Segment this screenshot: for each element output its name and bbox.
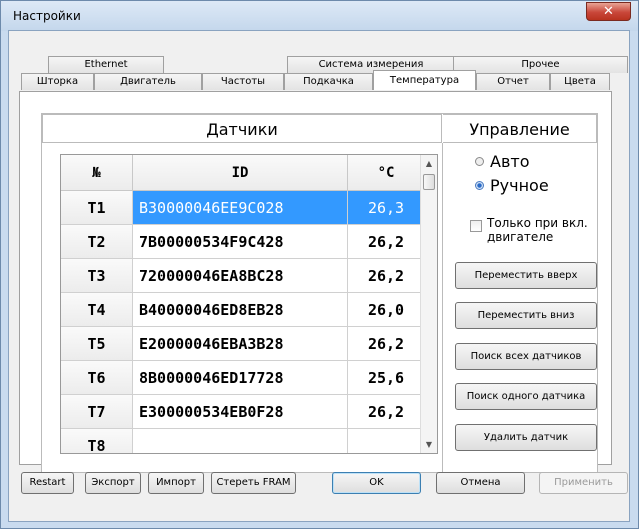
tab-other[interactable]: Прочее (453, 56, 628, 73)
radio-manual[interactable]: Ручное (475, 176, 549, 195)
row-number: T4 (61, 293, 133, 327)
scroll-up-icon[interactable]: ▲ (421, 155, 437, 172)
radio-manual-indicator[interactable] (475, 181, 484, 190)
group-divider (442, 143, 443, 473)
tab-pumping[interactable]: Подкачка (284, 73, 373, 90)
delete-sensor-button[interactable]: Удалить датчик (455, 424, 597, 451)
col-id[interactable]: ID (133, 155, 348, 191)
tab-ethernet[interactable]: Ethernet (48, 56, 164, 73)
table-body: T1 B30000046EE9C028 26,3 T2 7B00000534F9… (61, 191, 425, 453)
row-number: T8 (61, 429, 133, 453)
cancel-button[interactable]: Отмена (436, 472, 525, 494)
radio-manual-label: Ручное (490, 176, 549, 195)
sensor-id[interactable]: 8B0000046ED17728 (133, 361, 348, 395)
col-number[interactable]: № (61, 155, 133, 191)
move-up-button[interactable]: Переместить вверх (455, 262, 597, 289)
scroll-down-icon[interactable]: ▼ (421, 436, 437, 453)
search-one-sensor-button[interactable]: Поиск одного датчика (455, 383, 597, 410)
sensor-temp[interactable]: 26,0 (348, 293, 425, 327)
tab-colors[interactable]: Цвета (550, 73, 610, 90)
sensor-id[interactable]: 7B00000534F9C428 (133, 225, 348, 259)
row-number: T7 (61, 395, 133, 429)
table-row[interactable]: T3 720000046EA8BC28 26,2 (61, 259, 425, 293)
radio-auto-indicator[interactable] (475, 157, 484, 166)
tab-row-back: Ethernet Система измерения Прочее (48, 56, 628, 73)
tab-row-front: Шторка Двигатель Частоты Подкачка Темпер… (21, 70, 610, 90)
sensor-temp[interactable]: 26,2 (348, 395, 425, 429)
row-number: T3 (61, 259, 133, 293)
sensor-id[interactable] (133, 429, 348, 453)
sensor-temp[interactable]: 26,2 (348, 259, 425, 293)
title-bar: Настройки ✕ (1, 1, 638, 31)
row-number: T6 (61, 361, 133, 395)
search-all-sensors-button[interactable]: Поиск всех датчиков (455, 343, 597, 370)
tab-shutter[interactable]: Шторка (21, 73, 94, 90)
erase-fram-button[interactable]: Стереть FRAM (211, 472, 296, 494)
table-row[interactable]: T2 7B00000534F9C428 26,2 (61, 225, 425, 259)
sensors-header: Датчики (42, 114, 442, 143)
sensor-id[interactable]: E20000046EBA3B28 (133, 327, 348, 361)
table-row[interactable]: T4 B40000046ED8EB28 26,0 (61, 293, 425, 327)
import-button[interactable]: Импорт (148, 472, 204, 494)
sensor-temp[interactable]: 26,3 (348, 191, 425, 225)
sensor-id[interactable]: B30000046EE9C028 (133, 191, 348, 225)
move-down-button[interactable]: Переместить вниз (455, 302, 597, 329)
sensor-temp[interactable]: 25,6 (348, 361, 425, 395)
export-button[interactable]: Экспорт (85, 472, 141, 494)
sensors-table[interactable]: № ID °C T1 B30000046EE9C028 26,3 T2 7B00… (60, 154, 438, 454)
window-title: Настройки (13, 9, 81, 23)
row-number: T2 (61, 225, 133, 259)
table-row[interactable]: T6 8B0000046ED17728 25,6 (61, 361, 425, 395)
radio-auto[interactable]: Авто (475, 152, 529, 171)
radio-auto-label: Авто (490, 152, 530, 171)
tab-report[interactable]: Отчет (476, 73, 550, 90)
table-row[interactable]: T5 E20000046EBA3B28 26,2 (61, 327, 425, 361)
sensor-id[interactable]: 720000046EA8BC28 (133, 259, 348, 293)
sensor-id[interactable]: B40000046ED8EB28 (133, 293, 348, 327)
control-header: Управление (443, 114, 597, 143)
row-number: T1 (61, 191, 133, 225)
restart-button[interactable]: Restart (21, 472, 74, 494)
checkbox-box[interactable] (470, 220, 482, 232)
scroll-thumb[interactable] (423, 174, 435, 190)
table-row[interactable]: T8 (61, 429, 425, 453)
apply-button[interactable]: Применить (539, 472, 628, 494)
only-motor-label: Только при вкл. двигателе (487, 216, 588, 244)
tab-temperature[interactable]: Температура (373, 70, 476, 90)
ok-button[interactable]: OK (332, 472, 421, 494)
sensor-id[interactable]: E300000534EB0F28 (133, 395, 348, 429)
tab-motor[interactable]: Двигатель (94, 73, 202, 90)
table-row[interactable]: T7 E300000534EB0F28 26,2 (61, 395, 425, 429)
table-row[interactable]: T1 B30000046EE9C028 26,3 (61, 191, 425, 225)
sensor-temp[interactable] (348, 429, 425, 453)
sensor-temp[interactable]: 26,2 (348, 327, 425, 361)
only-motor-checkbox[interactable]: Только при вкл. двигателе (470, 216, 597, 244)
tab-frequencies[interactable]: Частоты (202, 73, 284, 90)
close-button[interactable]: ✕ (586, 2, 631, 21)
table-header: № ID °C (61, 155, 425, 191)
row-number: T5 (61, 327, 133, 361)
col-temp[interactable]: °C (348, 155, 425, 191)
table-scrollbar[interactable]: ▲ ▼ (420, 155, 437, 453)
sensor-temp[interactable]: 26,2 (348, 225, 425, 259)
